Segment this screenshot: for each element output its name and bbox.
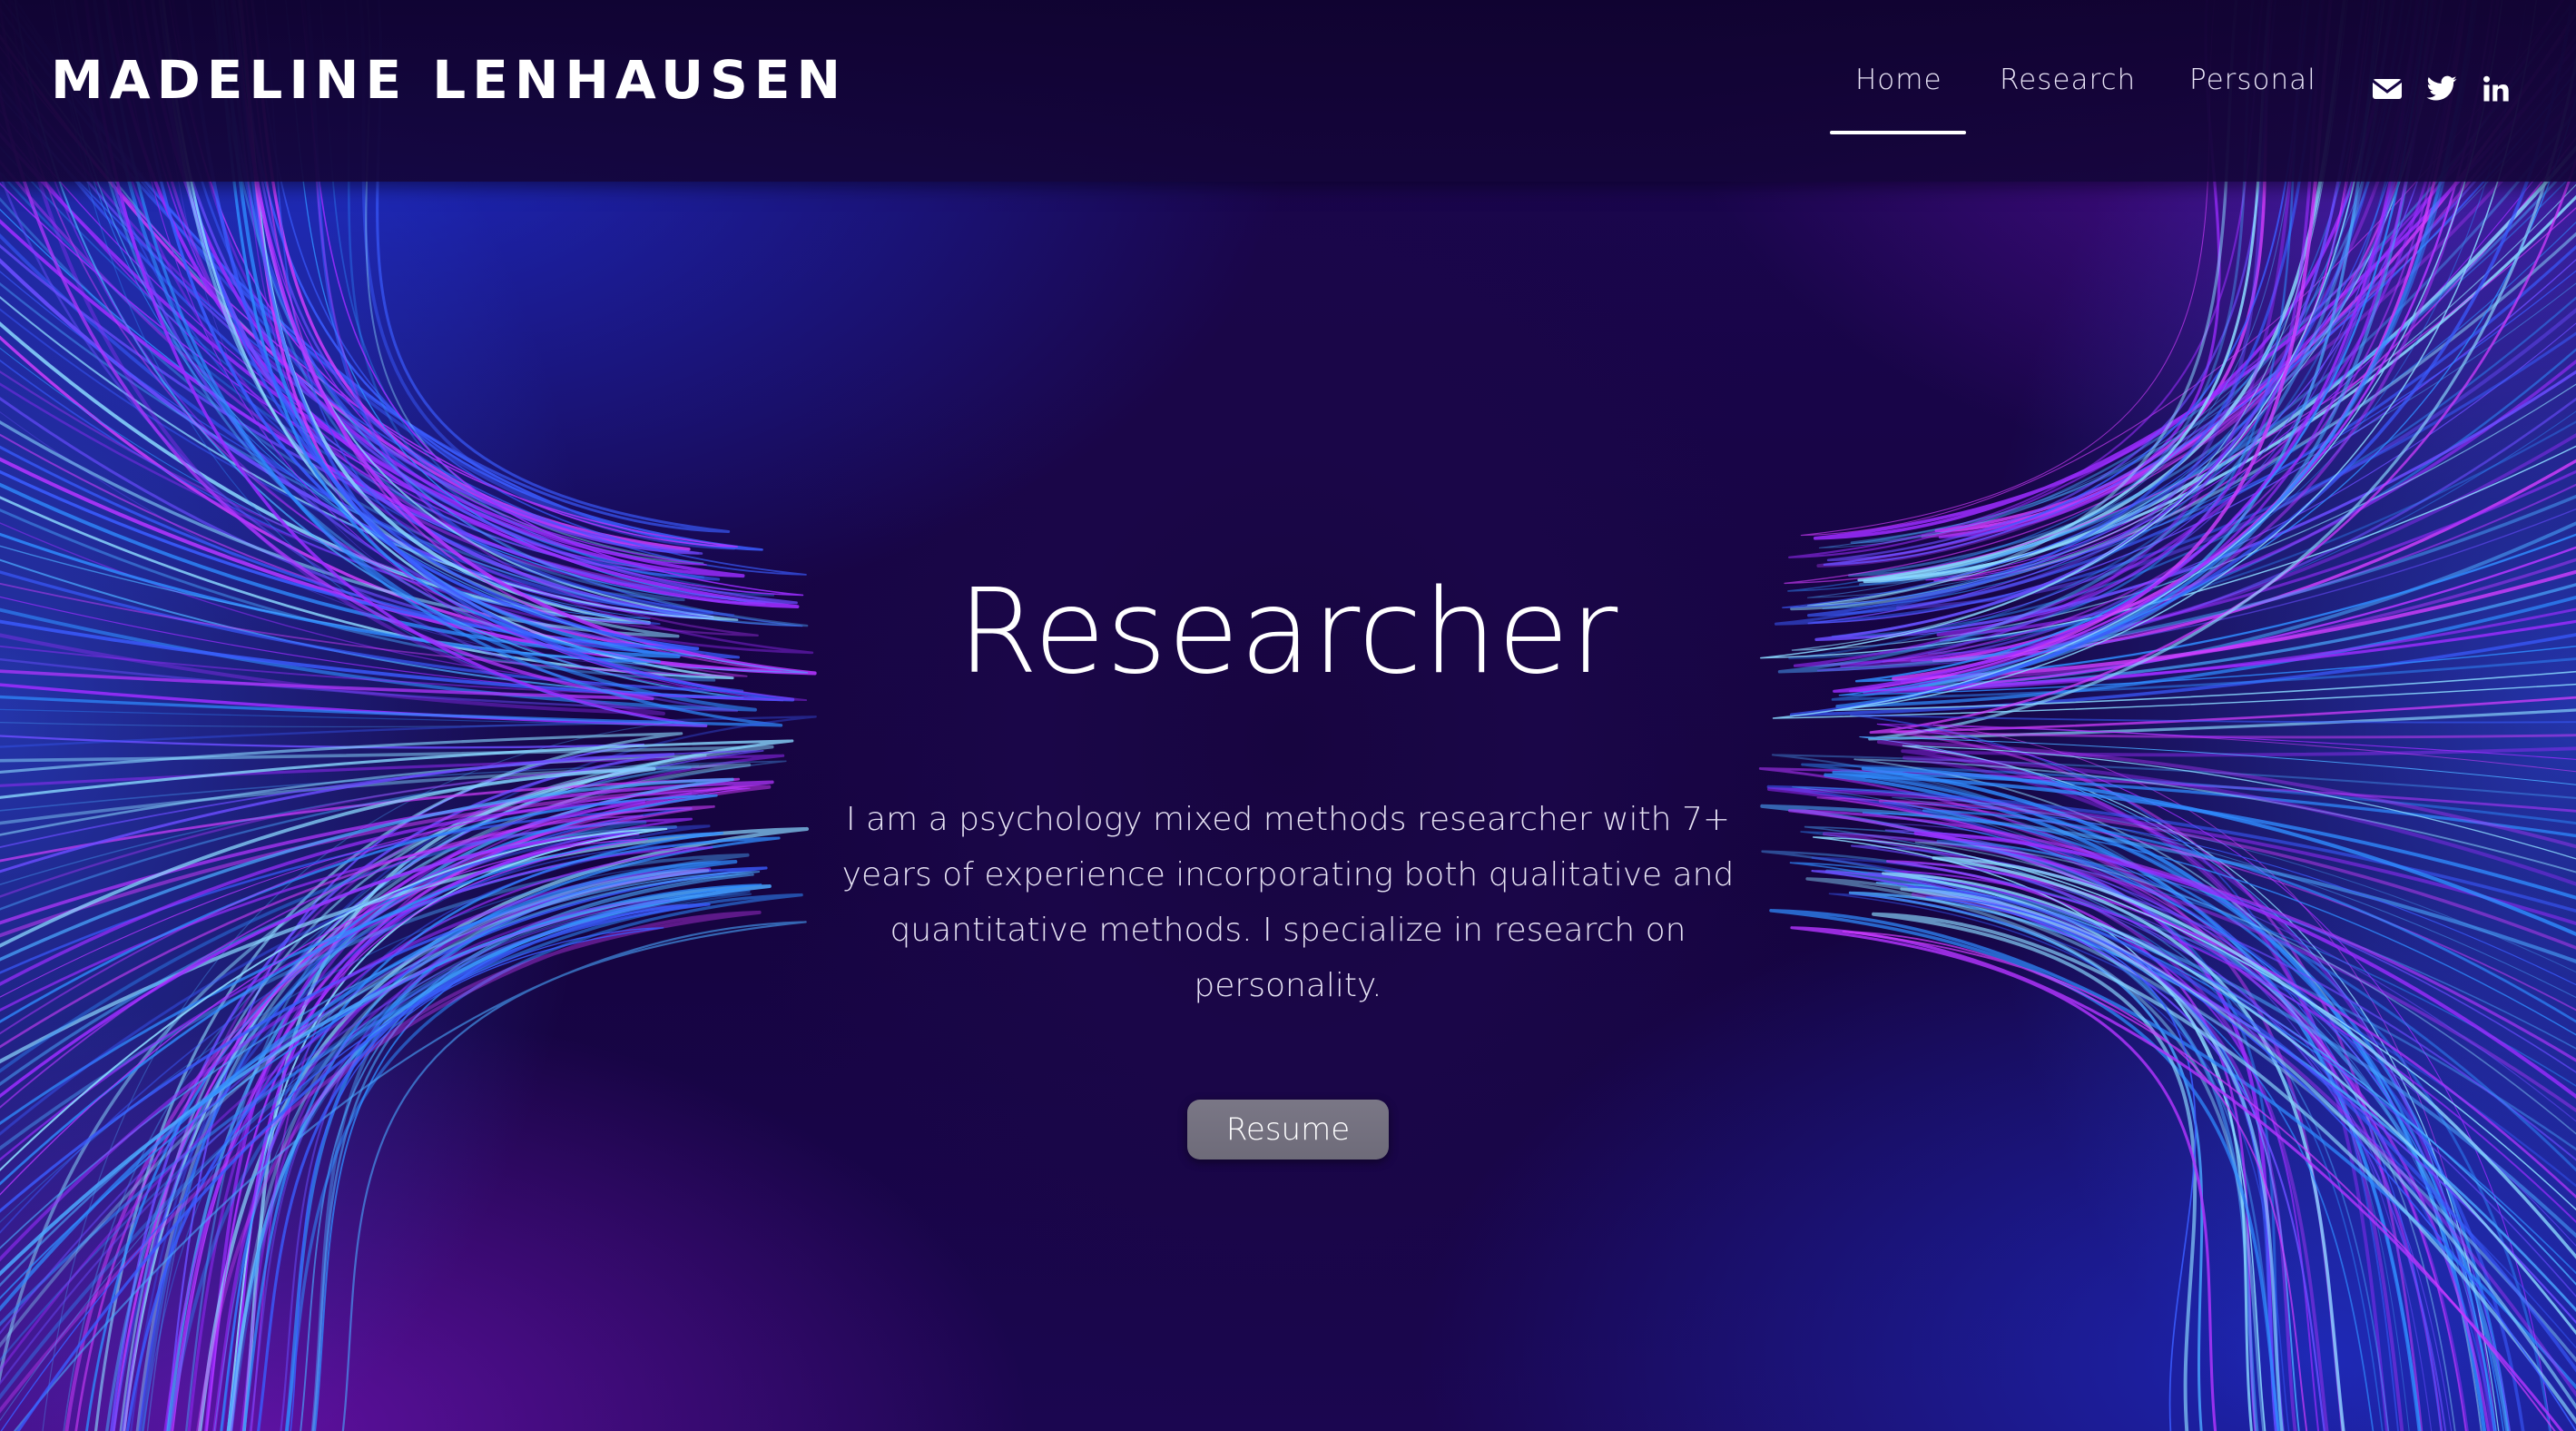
- hero-title: Researcher: [957, 565, 1619, 700]
- twitter-icon[interactable]: [2425, 73, 2458, 105]
- resume-button[interactable]: Resume: [1187, 1100, 1389, 1160]
- site-brand[interactable]: MADELINE LENHAUSEN: [51, 49, 847, 111]
- nav-home-link[interactable]: Home: [1855, 64, 1942, 96]
- nav-research-link[interactable]: Research: [2000, 64, 2136, 96]
- light-streaks-background: [0, 0, 2576, 1431]
- linkedin-icon[interactable]: [2480, 73, 2512, 105]
- nav-personal-link[interactable]: Personal: [2189, 64, 2316, 96]
- site-header: MADELINE LENHAUSEN Home Research Persona…: [0, 0, 2576, 182]
- page: MADELINE LENHAUSEN Home Research Persona…: [0, 0, 2576, 1431]
- mail-icon[interactable]: [2371, 73, 2404, 105]
- active-nav-indicator: [1830, 131, 1966, 134]
- hero-description: I am a psychology mixed methods research…: [841, 801, 1735, 1004]
